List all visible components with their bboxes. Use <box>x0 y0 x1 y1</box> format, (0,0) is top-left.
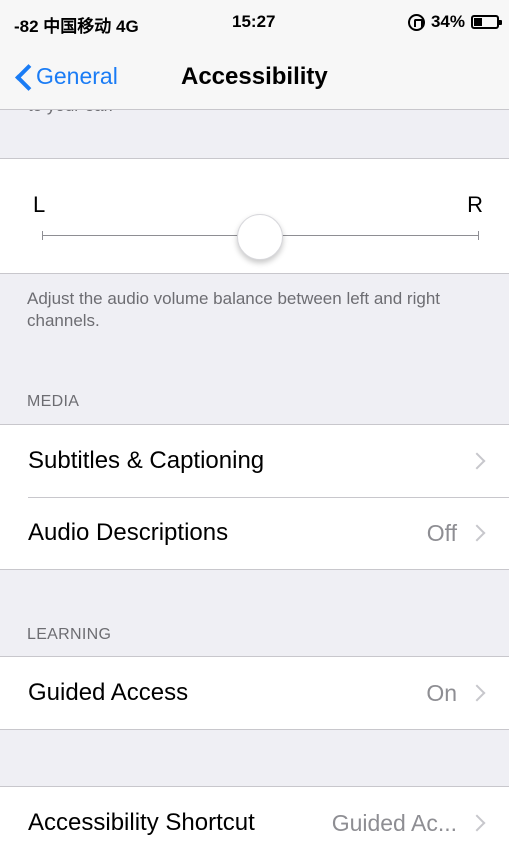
balance-left-label: L <box>33 192 46 217</box>
chevron-right-icon <box>468 684 486 702</box>
battery-percent: 34% <box>430 12 465 31</box>
balance-slider-thumb[interactable] <box>237 214 283 260</box>
navigation-bar: General Accessibility <box>0 44 509 110</box>
slider-tick-left <box>42 231 43 240</box>
chevron-left-icon <box>14 63 30 89</box>
battery-icon <box>471 15 502 29</box>
chevron-right-icon <box>468 452 486 470</box>
accessibility-shortcut-row[interactable]: Accessibility Shortcut Guided Ac... <box>0 787 509 855</box>
balance-right-label: R <box>467 192 483 217</box>
back-label: General <box>36 62 118 89</box>
status-bar: -82 中国移动 4G 15:27 34% <box>0 0 509 44</box>
row-label: Subtitles & Captioning <box>28 447 265 474</box>
media-group: Subtitles & Captioning Audio Description… <box>0 424 509 570</box>
balance-footer: Adjust the audio volume balance between … <box>27 289 440 330</box>
chevron-right-icon <box>468 524 486 542</box>
learning-section-header: LEARNING <box>27 626 112 643</box>
carrier-label: -82 中国移动 4G <box>14 17 139 36</box>
balance-slider-group: L R <box>0 158 509 274</box>
row-value: Off <box>426 519 457 546</box>
row-label: Guided Access <box>28 679 189 706</box>
row-value: On <box>426 679 457 706</box>
row-label: Accessibility Shortcut <box>28 809 255 836</box>
guided-access-row[interactable]: Guided Access On <box>0 657 509 729</box>
audio-descriptions-row[interactable]: Audio Descriptions Off <box>0 497 509 569</box>
battery-fill <box>474 18 483 26</box>
rotation-lock-icon <box>407 13 425 31</box>
chevron-right-icon <box>468 814 486 832</box>
page-title: Accessibility <box>181 63 328 90</box>
status-right: 34% <box>407 12 502 32</box>
shortcut-group: Accessibility Shortcut Guided Ac... <box>0 786 509 855</box>
slider-tick-right <box>478 231 479 240</box>
learning-group: Guided Access On <box>0 656 509 730</box>
subtitles-captioning-row[interactable]: Subtitles & Captioning <box>0 425 509 497</box>
clock: 15:27 <box>232 12 276 31</box>
accessibility-screen: -82 中国移动 4G 15:27 34% to your ear. Gener… <box>0 0 509 855</box>
row-value: Guided Ac... <box>331 809 457 836</box>
back-button[interactable]: General <box>14 58 118 94</box>
row-label: Audio Descriptions <box>28 519 229 546</box>
media-section-header: MEDIA <box>27 393 80 410</box>
